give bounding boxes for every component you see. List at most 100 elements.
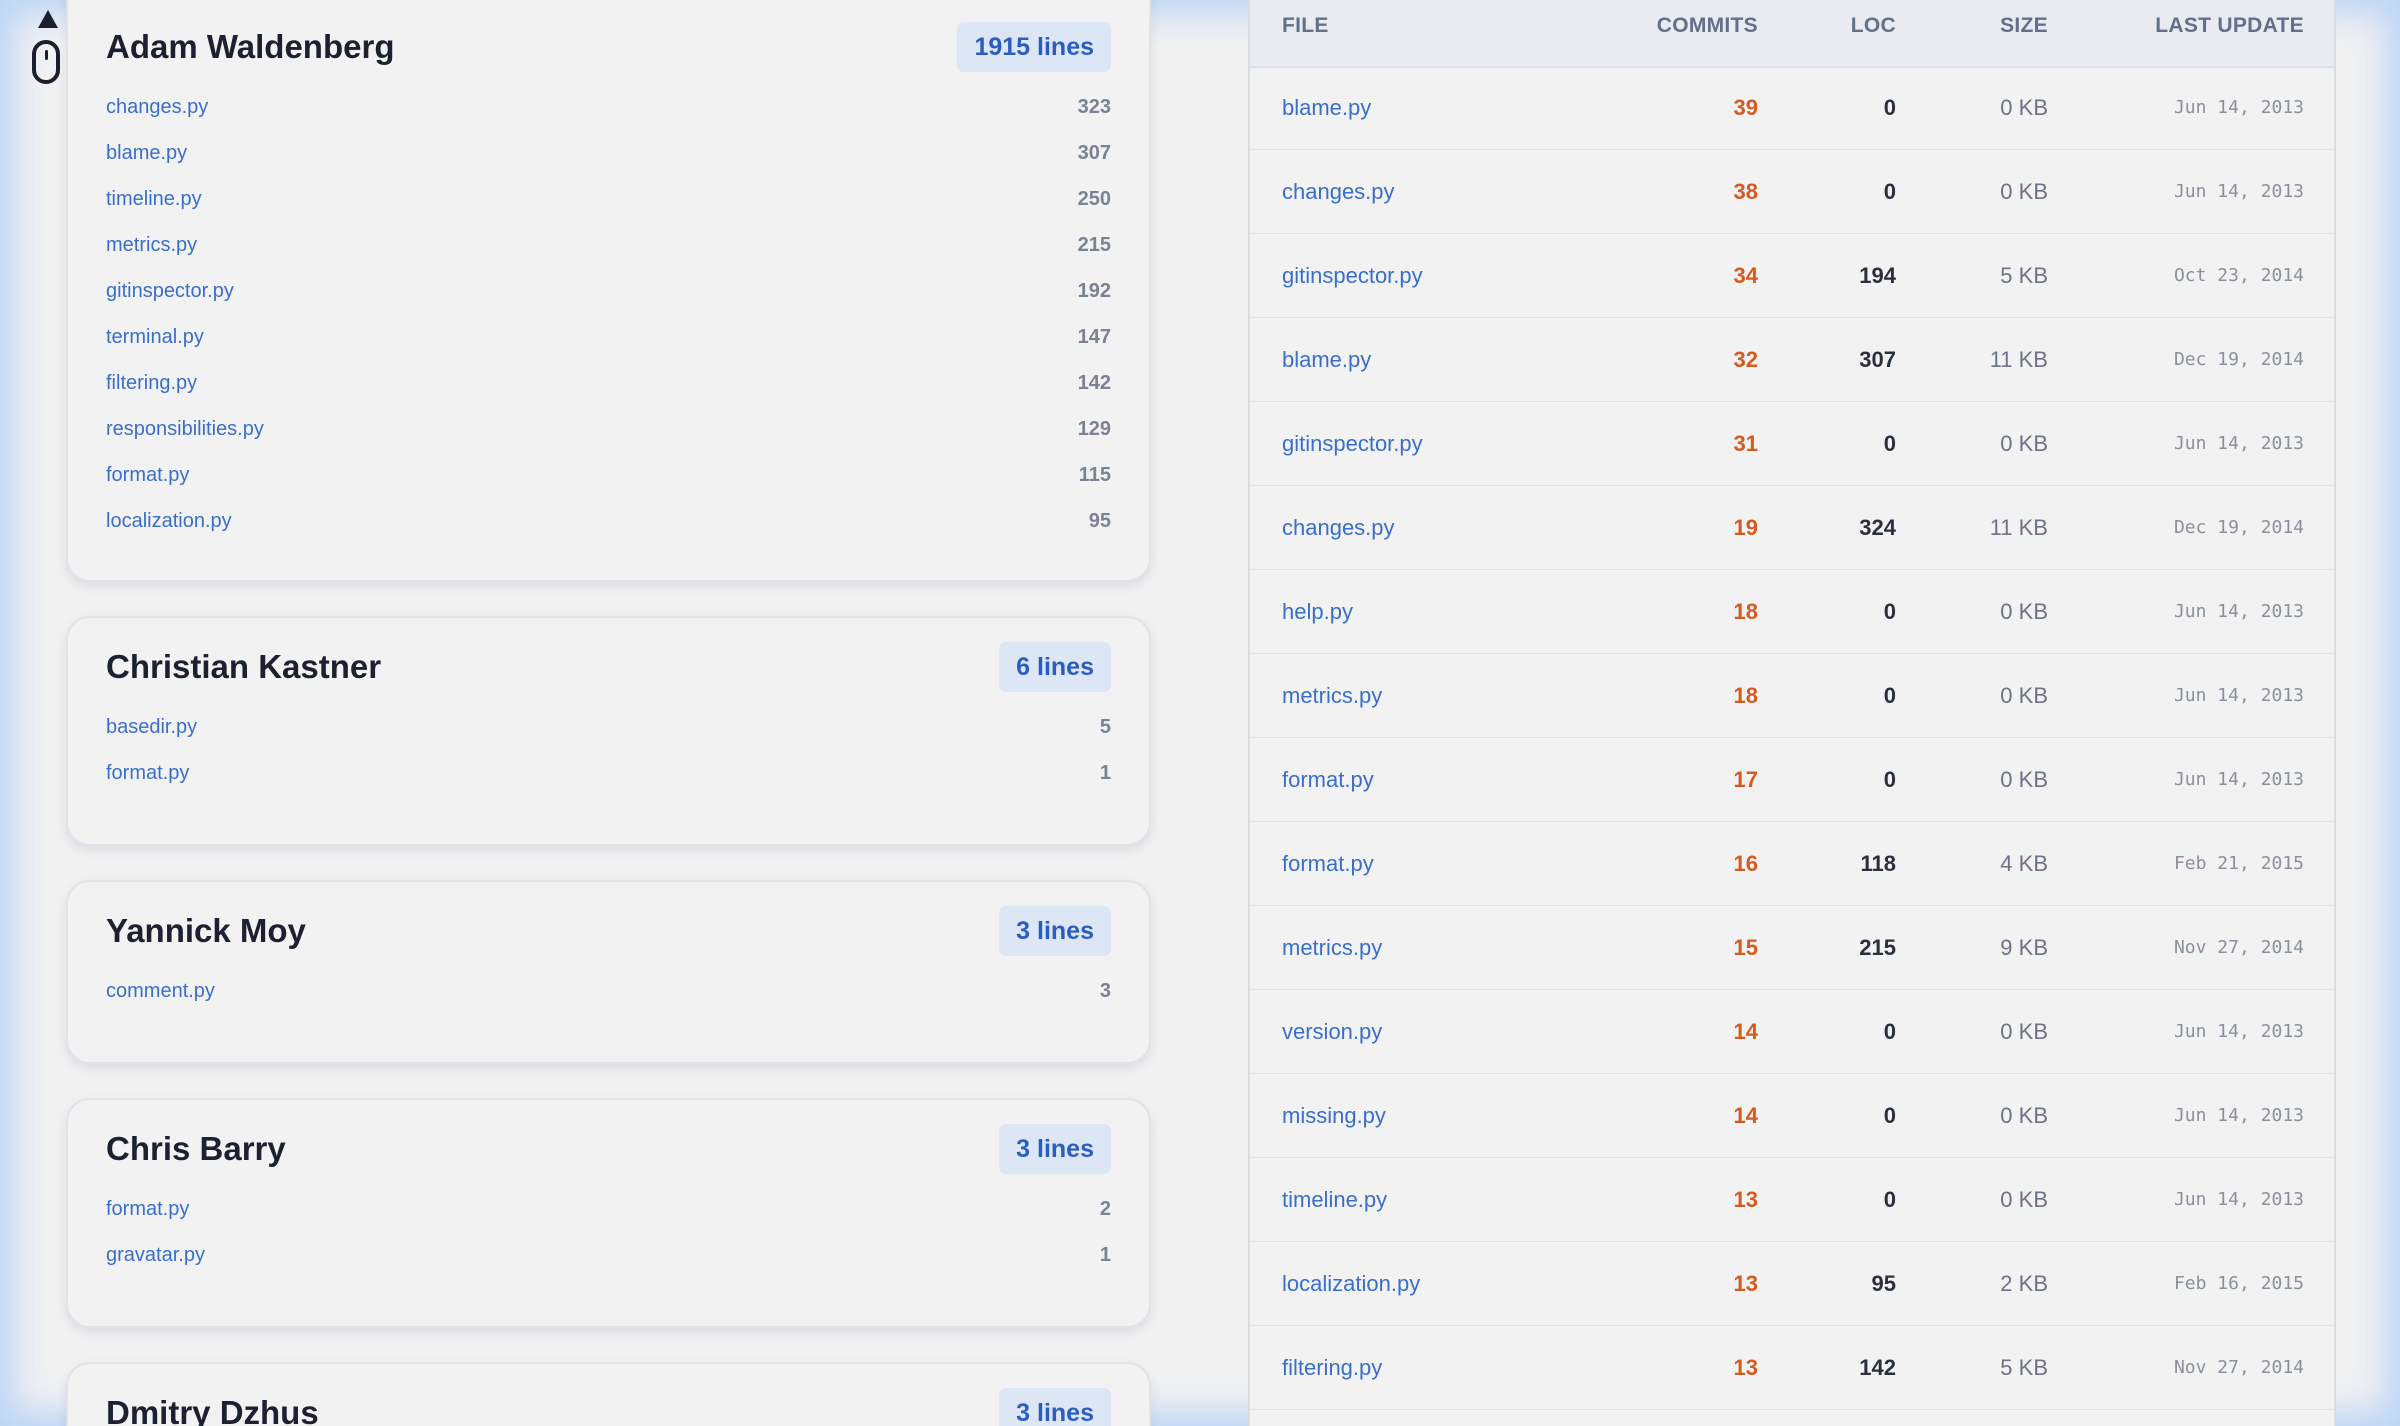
commits-cell: 38 (1733, 179, 1758, 204)
file-link[interactable]: gitinspector.py (1282, 234, 1423, 317)
loc-cell: 0 (1883, 1019, 1896, 1044)
commits-cell: 15 (1733, 935, 1758, 960)
file-link[interactable]: gitinspector.py (1282, 402, 1423, 485)
files-table: FILE COMMITS LOC SIZE LAST UPDATE blame.… (1248, 0, 2336, 1426)
author-card: Chris Barry 3 lines format.py 2 gravatar… (66, 1098, 1151, 1328)
file-link[interactable]: responsibilities.py (106, 406, 264, 452)
file-link[interactable]: terminal.py (106, 314, 204, 360)
loc-cell: 0 (1883, 683, 1896, 708)
size-cell: 4 KB (2000, 851, 2048, 876)
loc-cell: 307 (1859, 347, 1896, 372)
last-update-cell: Dec 19, 2014 (2173, 349, 2304, 370)
column-header-size[interactable]: SIZE (2000, 0, 2048, 52)
file-link[interactable]: gitinspector.py (106, 268, 234, 314)
size-cell: 0 KB (2000, 683, 2048, 708)
lines-badge: 3 lines (999, 1388, 1111, 1426)
file-link[interactable]: timeline.py (106, 176, 202, 222)
column-header-commits[interactable]: COMMITS (1657, 0, 1758, 52)
loc-cell: 0 (1883, 1187, 1896, 1212)
file-link[interactable]: filtering.py (1282, 1326, 1382, 1409)
file-link[interactable]: blame.py (106, 130, 187, 176)
column-header-last-update[interactable]: LAST UPDATE (2155, 0, 2304, 52)
table-row: format.py 17 0 0 KB Jun 14, 2013 (1250, 738, 2334, 822)
size-cell: 0 KB (2000, 767, 2048, 792)
file-line-count: 250 (1077, 188, 1111, 210)
file-link[interactable]: metrics.py (106, 222, 197, 268)
file-link[interactable]: missing.py (1282, 1074, 1386, 1157)
column-header-file[interactable]: FILE (1282, 0, 1329, 52)
file-line-count: 1 (1099, 1244, 1111, 1266)
author-file-list: basedir.py 5 format.py 1 (106, 704, 1111, 796)
file-line-count: 2 (1099, 1198, 1111, 1220)
author-card-header: Yannick Moy 3 lines (106, 906, 1111, 956)
file-link[interactable]: timeline.py (1282, 1158, 1387, 1241)
table-header: FILE COMMITS LOC SIZE LAST UPDATE (1250, 0, 2334, 68)
file-link[interactable]: blame.py (1282, 66, 1371, 149)
commits-cell: 19 (1733, 515, 1758, 540)
file-link[interactable]: filtering.py (106, 360, 197, 406)
author-file-list: format.py 2 gravatar.py 1 (106, 1186, 1111, 1278)
file-link[interactable]: format.py (1282, 822, 1374, 905)
author-file-list: comment.py 3 (106, 968, 1111, 1014)
table-row: blame.py 32 307 11 KB Dec 19, 2014 (1250, 318, 2334, 402)
file-link[interactable]: help.py (1282, 570, 1353, 653)
commits-cell: 18 (1733, 683, 1758, 708)
author-card-header: Adam Waldenberg 1915 lines (106, 22, 1111, 72)
last-update-cell: Jun 14, 2013 (2173, 1105, 2304, 1126)
file-link[interactable]: format.py (106, 750, 189, 796)
commits-cell: 14 (1733, 1019, 1758, 1044)
file-link[interactable]: changes.py (106, 84, 208, 130)
size-cell: 0 KB (2000, 95, 2048, 120)
author-name: Dmitry Dzhus (106, 1394, 319, 1426)
file-link[interactable]: blame.py (1282, 318, 1371, 401)
last-update-cell: Feb 21, 2015 (2173, 853, 2304, 874)
commits-cell: 14 (1733, 1103, 1758, 1128)
file-row: localization.py 95 (106, 498, 1111, 544)
size-cell: 0 KB (2000, 1103, 2048, 1128)
file-link[interactable]: changes.py (1282, 150, 1395, 233)
last-update-cell: Jun 14, 2013 (2173, 769, 2304, 790)
file-link[interactable]: metrics.py (1282, 654, 1382, 737)
author-card-header: Christian Kastner 6 lines (106, 642, 1111, 692)
commits-cell: 32 (1733, 347, 1758, 372)
file-line-count: 3 (1099, 980, 1111, 1002)
file-link[interactable]: localization.py (106, 498, 232, 544)
table-row: localization.py 13 95 2 KB Feb 16, 2015 (1250, 1242, 2334, 1326)
size-cell: 0 KB (2000, 179, 2048, 204)
last-update-cell: Oct 23, 2014 (2173, 265, 2304, 286)
file-link[interactable]: basedir.py (106, 704, 197, 750)
table-row: timeline.py 13 0 0 KB Jun 14, 2013 (1250, 1158, 2334, 1242)
file-link[interactable]: metrics.py (1282, 906, 1382, 989)
loc-cell: 142 (1859, 1355, 1896, 1380)
author-card: Yannick Moy 3 lines comment.py 3 (66, 880, 1151, 1064)
file-link[interactable]: version.py (1282, 990, 1382, 1073)
loc-cell: 95 (1871, 1271, 1896, 1296)
triangle-up-icon (38, 10, 58, 28)
lines-badge: 1915 lines (957, 22, 1111, 72)
lines-badge: 3 lines (999, 906, 1111, 956)
loc-cell: 0 (1883, 1103, 1896, 1128)
loc-cell: 215 (1859, 935, 1896, 960)
size-cell: 0 KB (2000, 1187, 2048, 1212)
column-header-loc[interactable]: LOC (1851, 0, 1896, 52)
file-row: metrics.py 215 (106, 222, 1111, 268)
last-update-cell: Jun 14, 2013 (2173, 1189, 2304, 1210)
table-row: filtering.py 13 142 5 KB Nov 27, 2014 (1250, 1326, 2334, 1410)
file-row: blame.py 307 (106, 130, 1111, 176)
last-update-cell: Jun 14, 2013 (2173, 1021, 2304, 1042)
author-card: Dmitry Dzhus 3 lines (66, 1362, 1151, 1426)
file-link[interactable]: format.py (1282, 738, 1374, 821)
commits-cell: 13 (1733, 1355, 1758, 1380)
file-line-count: 215 (1077, 234, 1111, 256)
file-link[interactable]: gravatar.py (106, 1232, 205, 1278)
file-link[interactable]: format.py (106, 452, 189, 498)
file-link[interactable]: comment.py (106, 968, 215, 1014)
size-cell: 5 KB (2000, 263, 2048, 288)
table-row: version.py 14 0 0 KB Jun 14, 2013 (1250, 990, 2334, 1074)
last-update-cell: Jun 14, 2013 (2173, 685, 2304, 706)
scroll-hint (30, 10, 66, 90)
file-link[interactable]: format.py (106, 1186, 189, 1232)
file-link[interactable]: localization.py (1282, 1242, 1420, 1325)
table-row: missing.py 14 0 0 KB Jun 14, 2013 (1250, 1074, 2334, 1158)
file-link[interactable]: changes.py (1282, 486, 1395, 569)
